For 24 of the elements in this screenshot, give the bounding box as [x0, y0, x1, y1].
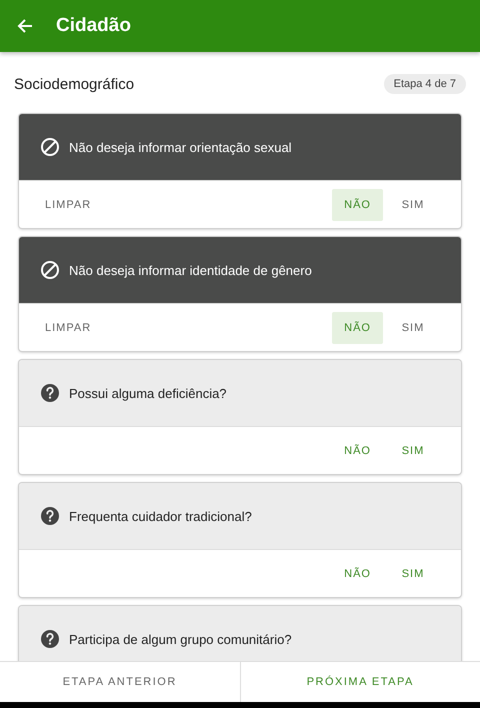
back-icon[interactable] — [16, 17, 34, 35]
answer-button[interactable]: SIM — [389, 434, 437, 466]
answer-button[interactable]: NÃO — [332, 312, 383, 344]
blocked-icon — [40, 260, 60, 280]
answer-button[interactable]: NÃO — [332, 434, 383, 466]
step-chip: Etapa 4 de 7 — [384, 74, 466, 94]
help-icon — [40, 629, 60, 649]
help-icon — [40, 383, 60, 403]
answer-button[interactable]: SIM — [389, 558, 437, 590]
answer-button[interactable]: SIM — [389, 188, 437, 220]
app-title: Cidadão — [56, 15, 131, 37]
blocked-icon — [40, 137, 60, 157]
clear-button[interactable]: LIMPAR — [37, 314, 100, 342]
question-text: Participa de algum grupo comunitário? — [69, 632, 292, 646]
question-text: Possui alguma deficiência? — [69, 386, 227, 400]
clear-button[interactable]: LIMPAR — [37, 190, 100, 218]
section-title: Sociodemográfico — [14, 76, 134, 92]
question-text: Não deseja informar identidade de gênero — [69, 262, 312, 278]
answer-button[interactable]: NÃO — [332, 558, 383, 590]
answer-button[interactable]: NÃO — [332, 188, 383, 220]
help-icon — [40, 506, 60, 526]
question-text: Não deseja informar orientação sexual — [69, 140, 292, 154]
answer-button[interactable]: SIM — [389, 312, 437, 344]
question-text: Frequenta cuidador tradicional? — [69, 508, 252, 524]
